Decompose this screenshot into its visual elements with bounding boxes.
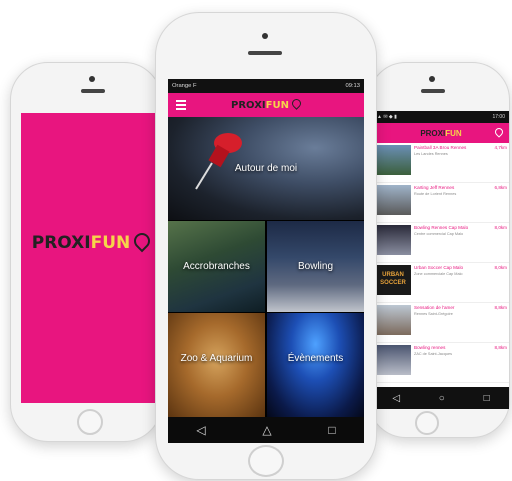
item-name: Karting Jeff Rennes (414, 185, 455, 190)
item-distance: 6,8km (494, 185, 507, 190)
list-item[interactable]: Karting Jeff Rennes Route de Lorient Renn… (373, 183, 509, 223)
status-bar: ▲ ✉ ◆ ▮ 17:00 (373, 111, 509, 123)
item-thumbnail (375, 185, 411, 215)
tile-accrobranches[interactable]: Accrobranches (168, 221, 265, 312)
item-address: Route de Lorient Rennes (414, 191, 457, 196)
location-icon[interactable] (493, 126, 505, 138)
push-pin-icon (195, 133, 242, 190)
tile-label: Bowling (297, 261, 334, 272)
home-screen: Orange F 09:13 PROXIFUN Autour de moi Ac… (168, 79, 364, 443)
header-logo: PROXIFUN (231, 97, 303, 111)
status-carrier: Orange F (172, 83, 197, 89)
tile-autour-de-moi[interactable]: Autour de moi (168, 117, 364, 220)
right-phone-frame: ▲ ✉ ◆ ▮ 17:00 PROXIFUN Paintball 3A Brou… (368, 62, 510, 438)
item-name: Bowling Rennes Cap Malo (414, 225, 469, 230)
item-thumbnail (375, 145, 411, 175)
item-address: Centre commercial Cap Malo (414, 231, 464, 236)
location-pin-icon (130, 229, 154, 253)
status-time: 17:00 (492, 114, 505, 120)
tile-label: Accrobranches (183, 261, 250, 272)
item-thumbnail (375, 225, 411, 255)
home-button[interactable] (77, 409, 103, 435)
item-thumbnail: URBAN SOCCER (375, 265, 411, 295)
item-distance: 8,8km (494, 305, 507, 310)
front-camera (429, 76, 435, 82)
tile-label: Zoo & Aquarium (180, 353, 253, 364)
item-thumbnail (375, 345, 411, 375)
earpiece-speaker (248, 51, 282, 55)
logo-text-fun: FUN (90, 233, 131, 253)
item-address: Les Landes Rennes (414, 151, 448, 156)
list-screen: ▲ ✉ ◆ ▮ 17:00 PROXIFUN Paintball 3A Brou… (373, 111, 509, 409)
item-distance: 8,8km (494, 345, 507, 350)
list-item[interactable]: Sensation de l'amer Rennes Saint-Grégoire… (373, 303, 509, 343)
tile-label: Autour de moi (234, 163, 298, 174)
list-item[interactable]: Bowling rennes ZAC de Saint-Jacques 8,8km (373, 343, 509, 383)
recent-apps-icon[interactable]: □ (484, 393, 490, 404)
header-logo: PROXIFUN (420, 128, 462, 138)
logo-text-proxi: PROXI (31, 233, 91, 253)
item-address: Zone commerciale Cap Malo (414, 271, 463, 276)
earpiece-speaker (81, 89, 105, 93)
item-name: Paintball 3A Brou Rennes (414, 145, 467, 150)
home-button[interactable] (248, 445, 284, 477)
left-phone-frame: PROXIFUN (10, 62, 162, 442)
location-pin-icon (290, 97, 303, 110)
list-item[interactable]: URBAN SOCCER Urban Soccer Cap Malo Zone co… (373, 263, 509, 303)
back-icon[interactable]: ◁ (392, 393, 400, 404)
item-name: Sensation de l'amer (414, 305, 455, 310)
back-icon[interactable]: ◁ (196, 423, 205, 437)
item-address: Rennes Saint-Grégoire (414, 311, 453, 316)
item-thumbnail (375, 305, 411, 335)
splash-screen: PROXIFUN (21, 113, 161, 403)
android-nav-bar: ◁ ○ □ (373, 387, 509, 409)
app-header: PROXIFUN (373, 123, 509, 143)
item-distance: 8,0km (494, 225, 507, 230)
status-time: 09:13 (345, 83, 360, 89)
hamburger-menu-icon[interactable] (176, 100, 186, 110)
app-header: PROXIFUN (168, 93, 364, 117)
tile-bowling[interactable]: Bowling (267, 221, 364, 312)
home-icon[interactable]: △ (262, 423, 271, 437)
list-item[interactable]: Paintball 3A Brou Rennes Les Landes Renne… (373, 143, 509, 183)
home-icon[interactable]: ○ (439, 393, 445, 404)
status-bar: Orange F 09:13 (168, 79, 364, 93)
list-item[interactable]: Bowling Rennes Cap Malo Centre commercial… (373, 223, 509, 263)
item-name: Bowling rennes (414, 345, 446, 350)
recent-apps-icon[interactable]: □ (328, 423, 335, 437)
splash-logo: PROXIFUN (21, 229, 161, 253)
front-camera (262, 33, 268, 39)
tile-zoo-aquarium[interactable]: Zoo & Aquarium (168, 313, 265, 417)
tile-evenements[interactable]: Évènements (267, 313, 364, 417)
home-button[interactable] (415, 411, 439, 435)
front-camera (89, 76, 95, 82)
item-distance: 8,0km (494, 265, 507, 270)
earpiece-speaker (421, 89, 445, 93)
item-address: ZAC de Saint-Jacques (414, 351, 452, 356)
android-nav-bar: ◁ △ □ (168, 417, 364, 443)
item-distance: 4,7km (494, 145, 507, 150)
item-name: Urban Soccer Cap Malo (414, 265, 464, 270)
tile-label: Évènements (287, 353, 344, 364)
status-icons: ▲ ✉ ◆ ▮ (377, 114, 397, 120)
center-phone-frame: Orange F 09:13 PROXIFUN Autour de moi Ac… (155, 12, 377, 480)
